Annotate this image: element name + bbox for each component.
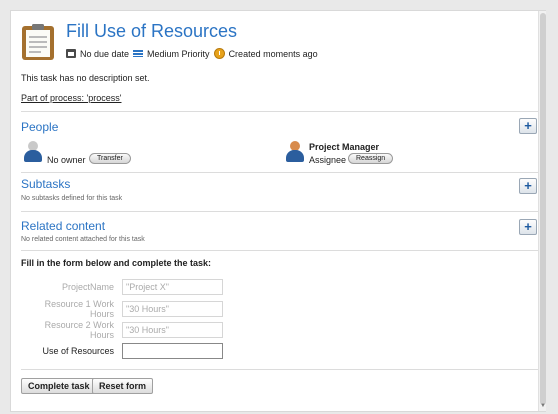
due-date: No due date (80, 48, 130, 59)
form-row-resource-2: Resource 2 Work Hours "30 Hours" (21, 320, 231, 340)
process-link[interactable]: Part of process: 'process' (21, 93, 121, 103)
form-row-resource-1: Resource 1 Work Hours "30 Hours" (21, 299, 231, 319)
project-name-field[interactable]: "Project X" (122, 279, 223, 295)
add-related-button[interactable]: + (519, 219, 537, 235)
divider (21, 211, 539, 212)
field-label: Resource 1 Work Hours (44, 299, 114, 319)
owner-avatar-icon (23, 141, 43, 163)
assignee-label: Assignee (309, 155, 347, 165)
clock-icon (213, 48, 225, 59)
transfer-button[interactable]: Transfer (89, 153, 131, 164)
divider (21, 369, 539, 370)
form-title: Fill in the form below and complete the … (21, 258, 212, 268)
related-note: No related content attached for this tas… (21, 236, 145, 243)
form-row-project-name: ProjectName "Project X" (21, 279, 231, 295)
complete-task-button[interactable]: Complete task (21, 378, 97, 394)
add-people-button[interactable]: + (519, 118, 537, 134)
task-meta: No due date Medium Priority Created mome… (66, 48, 318, 59)
scroll-down-icon[interactable]: ▼ (540, 403, 546, 409)
owner-label: No owner (47, 155, 86, 165)
reassign-button[interactable]: Reassign (348, 153, 394, 164)
task-panel: Fill Use of Resources No due date Medium… (10, 10, 546, 412)
clipboard-icon (22, 24, 54, 60)
add-subtask-button[interactable]: + (519, 178, 537, 194)
resource-2-hours-field[interactable]: "30 Hours" (122, 322, 223, 338)
subtasks-note: No subtasks defined for this task (21, 195, 123, 202)
scrollbar[interactable]: ▼ (538, 11, 546, 411)
assignee-avatar-icon (285, 141, 305, 163)
priority: Medium Priority (147, 48, 210, 59)
form-row-use-of-resources: Use of Resources (21, 343, 231, 359)
related-title: Related content (21, 219, 106, 233)
priority-icon (133, 50, 144, 57)
calendar-icon (66, 49, 76, 58)
assignee-name: Project Manager (309, 142, 380, 152)
field-label: ProjectName (61, 282, 114, 292)
reset-form-button[interactable]: Reset form (92, 378, 154, 394)
created-time: Created moments ago (228, 48, 318, 59)
field-label: Resource 2 Work Hours (44, 320, 114, 340)
task-title: Fill Use of Resources (66, 21, 238, 41)
task-description: This task has no description set. (21, 73, 150, 83)
subtasks-title: Subtasks (21, 177, 71, 191)
people-title: People (21, 120, 59, 134)
scrollbar-thumb[interactable] (540, 13, 546, 405)
field-label: Use of Resources (42, 346, 114, 356)
use-of-resources-field[interactable] (122, 343, 223, 359)
divider (21, 172, 539, 173)
resource-1-hours-field[interactable]: "30 Hours" (122, 301, 223, 317)
divider (21, 250, 539, 251)
divider (21, 111, 539, 112)
